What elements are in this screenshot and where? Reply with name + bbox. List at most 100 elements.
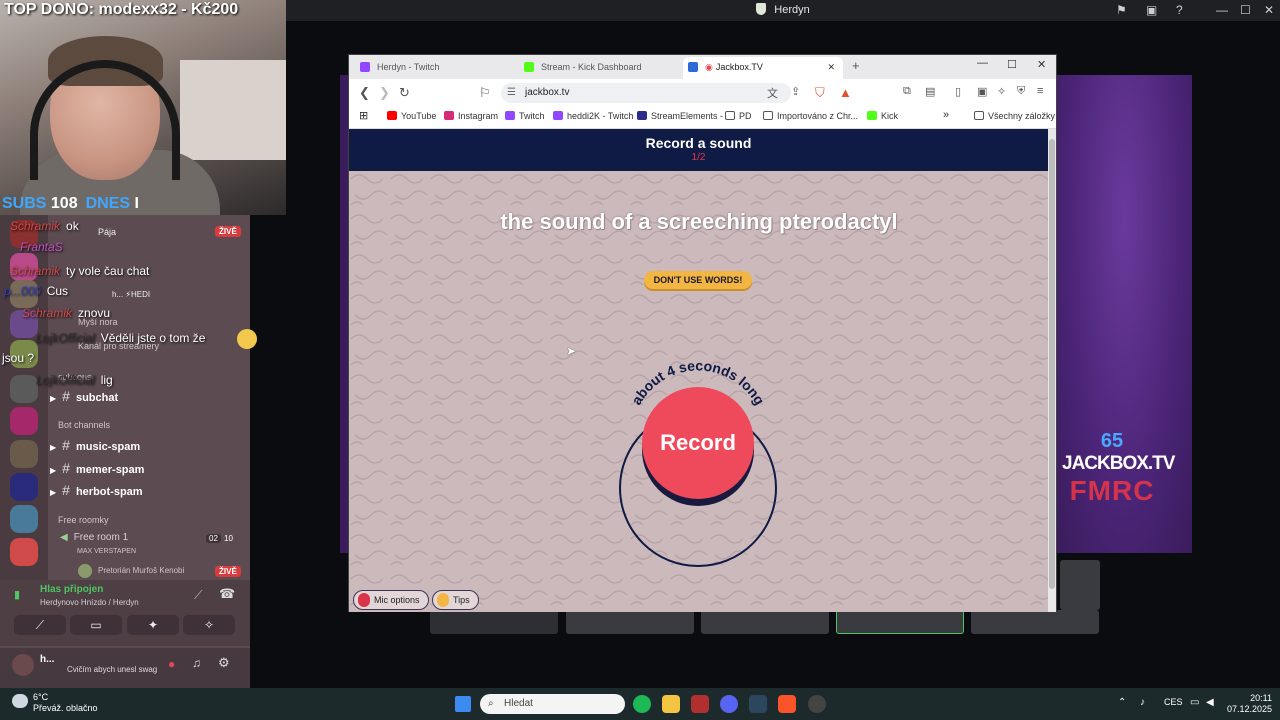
voice-channel-paja[interactable]: Pája bbox=[98, 227, 116, 247]
weather-icon[interactable] bbox=[12, 694, 28, 708]
soundboard-button[interactable]: ✧ bbox=[183, 615, 235, 635]
discord-icon[interactable] bbox=[720, 695, 738, 713]
mic-options-button[interactable]: Mic options bbox=[353, 590, 429, 610]
bookmark-instagram[interactable]: Instagram bbox=[444, 111, 498, 121]
page-scrollbar[interactable] bbox=[1048, 129, 1056, 612]
more-bookmarks-icon[interactable]: » bbox=[943, 109, 949, 121]
stream-thumbnail[interactable] bbox=[836, 610, 964, 634]
minimize-button[interactable]: — bbox=[977, 57, 988, 69]
windows-start-icon[interactable] bbox=[455, 696, 471, 712]
stream-thumbnail[interactable] bbox=[971, 610, 1099, 634]
site-info-icon[interactable]: ☰ bbox=[507, 83, 516, 103]
maximize-button[interactable]: ☐ bbox=[1240, 3, 1251, 17]
channel-herbot-spam[interactable]: ▶ # herbot-spam bbox=[50, 482, 143, 502]
brave-icon[interactable] bbox=[778, 695, 796, 713]
noise-suppression-icon[interactable]: ⟋ bbox=[194, 588, 202, 603]
new-tab-icon[interactable]: + bbox=[852, 58, 860, 73]
volume-icon[interactable]: ◀ bbox=[1206, 697, 1214, 708]
bookmark-twitch[interactable]: Twitch bbox=[505, 111, 545, 121]
wallet-icon[interactable]: ▤ bbox=[925, 85, 935, 98]
brave-shields-icon[interactable]: ⛉ bbox=[815, 85, 825, 101]
voice-location[interactable]: Herdynovo Hnízdo / Herdyn bbox=[40, 598, 139, 607]
maximize-button[interactable]: ☐ bbox=[1007, 58, 1017, 71]
avatar[interactable] bbox=[78, 564, 92, 578]
steam-icon[interactable] bbox=[749, 695, 767, 713]
address-bar[interactable]: ☰ jackbox.tv bbox=[501, 83, 791, 103]
system-clock[interactable]: 20:11 07.12.2025 bbox=[1218, 693, 1272, 715]
language-indicator[interactable]: CES bbox=[1164, 697, 1183, 707]
voice-status[interactable]: Hlas připojen bbox=[40, 584, 103, 595]
reload-icon[interactable]: ↻ bbox=[399, 85, 410, 101]
tab-jackbox[interactable]: ◉ Jackbox.TV ✕ bbox=[683, 57, 843, 79]
server-icon[interactable] bbox=[10, 538, 38, 566]
category-bot-channels[interactable]: Bot channels bbox=[58, 420, 110, 430]
tab-herdyn-twitch[interactable]: Herdyn - Twitch bbox=[355, 57, 515, 79]
sidebar-icon[interactable]: ▯ bbox=[955, 85, 961, 98]
brave-rewards-icon[interactable]: ▲ bbox=[839, 85, 852, 100]
forward-icon[interactable]: ❯ bbox=[379, 85, 390, 101]
bookmark-folder-pd[interactable]: PD bbox=[725, 111, 752, 121]
all-bookmarks-folder[interactable]: Všechny záložky bbox=[974, 111, 1055, 121]
scrollbar-thumb[interactable] bbox=[1049, 139, 1055, 589]
kick-icon bbox=[524, 62, 534, 72]
stream-thumbnail[interactable] bbox=[1060, 560, 1100, 610]
bookmark-youtube[interactable]: YouTube bbox=[387, 111, 436, 121]
menu-icon[interactable]: ≡ bbox=[1037, 85, 1043, 97]
channel-music-spam[interactable]: ▶ # music-spam bbox=[50, 437, 140, 457]
screenshot-icon[interactable]: ▣ bbox=[977, 85, 987, 98]
apps-grid-icon[interactable]: ⊞ bbox=[359, 109, 368, 122]
tray-overflow-icon[interactable]: ⌃ bbox=[1118, 697, 1126, 708]
channel-memer-spam[interactable]: ▶ # memer-spam bbox=[50, 460, 144, 480]
inbox-icon[interactable]: ▣ bbox=[1146, 3, 1157, 17]
spotify-icon[interactable] bbox=[633, 695, 651, 713]
obs-icon[interactable] bbox=[808, 695, 826, 713]
disconnect-icon[interactable]: ☎ bbox=[219, 586, 235, 602]
category-free-rooms[interactable]: Free roomky bbox=[58, 515, 109, 525]
server-icon[interactable] bbox=[10, 375, 38, 403]
record-button[interactable]: Record bbox=[642, 387, 754, 499]
server-icon[interactable] bbox=[10, 505, 38, 533]
stream-thumbnail[interactable] bbox=[701, 610, 829, 634]
bookmark-streamelements[interactable]: StreamElements - bbox=[637, 111, 723, 121]
taskbar-search[interactable]: ⌕ Hledat bbox=[480, 694, 625, 714]
server-icon[interactable] bbox=[10, 440, 38, 468]
server-icon[interactable] bbox=[10, 407, 38, 435]
tab-kick-dashboard[interactable]: Stream - Kick Dashboard bbox=[519, 57, 679, 79]
server-icon[interactable] bbox=[10, 473, 38, 501]
member-name[interactable]: Pretorián Murfoš Kenobi bbox=[98, 566, 184, 575]
close-window-button[interactable]: ✕ bbox=[1264, 3, 1274, 17]
close-window-button[interactable]: ✕ bbox=[1037, 58, 1046, 71]
bookmark-folder-imported[interactable]: Importováno z Chr... bbox=[763, 111, 858, 121]
user-name[interactable]: h... bbox=[40, 654, 54, 665]
stream-thumbnail[interactable] bbox=[566, 610, 694, 634]
settings-gear-icon[interactable]: ⚙ bbox=[218, 655, 230, 671]
screen-share-button[interactable]: ▭ bbox=[70, 615, 122, 635]
microphone-tray-icon[interactable]: ♪ bbox=[1140, 697, 1145, 708]
bookmark-kick[interactable]: Kick bbox=[867, 111, 898, 121]
avatar[interactable] bbox=[12, 654, 34, 676]
mute-icon[interactable]: ● bbox=[168, 657, 175, 671]
tips-button[interactable]: Tips bbox=[432, 590, 479, 610]
file-explorer-icon[interactable] bbox=[662, 695, 680, 713]
extensions-icon[interactable]: ⧉ bbox=[903, 85, 911, 98]
activities-button[interactable]: ✦ bbox=[127, 615, 179, 635]
hedi-user[interactable]: h... ⚡HEDI bbox=[112, 290, 150, 310]
close-tab-icon[interactable]: ✕ bbox=[827, 57, 835, 77]
minimize-button[interactable]: — bbox=[1216, 3, 1228, 17]
bookmark-icon[interactable]: ⚐ bbox=[479, 85, 491, 101]
flag-icon[interactable]: ⚑ bbox=[1116, 3, 1127, 17]
back-icon[interactable]: ❮ bbox=[359, 85, 370, 101]
share-icon[interactable]: ⇪ bbox=[791, 85, 800, 98]
channel-subchat[interactable]: ▶ # subchat bbox=[50, 388, 118, 408]
leo-ai-icon[interactable]: ✧ bbox=[997, 85, 1006, 98]
network-icon[interactable]: ▭ bbox=[1190, 697, 1199, 708]
weather-widget[interactable]: 6°C Převáž. oblačno bbox=[33, 692, 98, 714]
app-icon[interactable] bbox=[691, 695, 709, 713]
help-icon[interactable]: ? bbox=[1176, 3, 1183, 17]
bookmark-heddi2k-twitch[interactable]: heddi2K - Twitch bbox=[553, 111, 633, 121]
translate-icon[interactable]: 文 bbox=[767, 85, 778, 101]
camera-off-button[interactable]: ⟋ bbox=[14, 615, 66, 635]
stream-thumbnail[interactable] bbox=[430, 610, 558, 634]
vpn-icon[interactable]: ⛨ bbox=[1017, 85, 1025, 98]
headphones-icon[interactable]: ♫ bbox=[192, 656, 201, 670]
